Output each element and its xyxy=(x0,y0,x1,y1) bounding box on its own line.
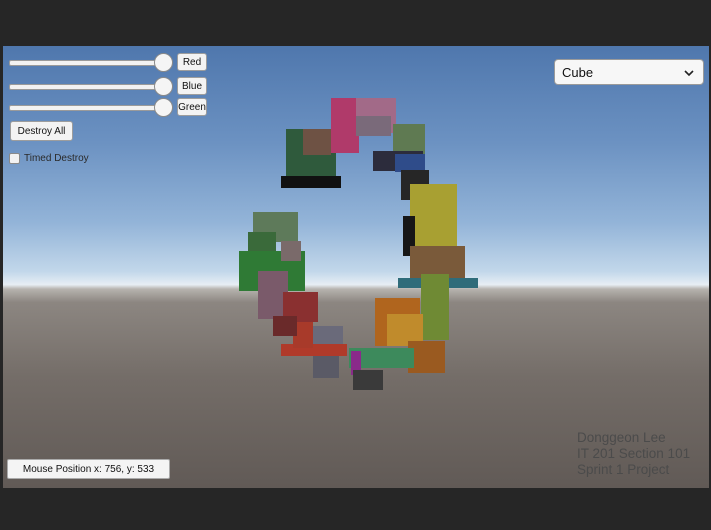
shape-dropdown[interactable]: Cube xyxy=(554,59,704,85)
shape-dropdown-value: Cube xyxy=(562,64,594,80)
cube xyxy=(421,274,449,340)
credit-project: Sprint 1 Project xyxy=(577,462,670,477)
slider-track[interactable] xyxy=(9,105,165,111)
blue-button[interactable]: Blue xyxy=(177,77,207,95)
cube xyxy=(313,356,339,378)
slider-track[interactable] xyxy=(9,84,165,90)
slider-thumb[interactable] xyxy=(154,53,173,72)
cube-shadow xyxy=(281,176,341,188)
cube xyxy=(313,326,343,346)
game-viewport[interactable]: Red Blue Green Destroy All Timed Destroy… xyxy=(3,46,709,488)
cube xyxy=(273,316,297,336)
slider-track[interactable] xyxy=(9,60,165,66)
cube xyxy=(331,98,359,153)
red-button[interactable]: Red xyxy=(177,53,207,71)
cube xyxy=(356,116,391,136)
destroy-all-button[interactable]: Destroy All xyxy=(10,121,73,141)
red-slider[interactable] xyxy=(9,53,173,72)
timed-destroy-checkbox[interactable] xyxy=(9,152,20,164)
credit-name: Donggeon Lee xyxy=(577,430,666,445)
green-button[interactable]: Green xyxy=(177,98,207,116)
blue-slider[interactable] xyxy=(9,77,173,96)
chevron-down-icon xyxy=(684,70,694,77)
timed-destroy-label: Timed Destroy xyxy=(24,152,89,164)
cube xyxy=(303,129,331,155)
cube xyxy=(395,154,425,172)
mouse-position-label: Mouse Position x: 756, y: 533 xyxy=(7,459,170,479)
timed-destroy-row[interactable]: Timed Destroy xyxy=(9,151,89,165)
credit-course: IT 201 Section 101 xyxy=(577,446,691,461)
cube xyxy=(410,184,457,254)
slider-thumb[interactable] xyxy=(154,77,173,96)
credit-text: Donggeon Lee IT 201 Section 101 Sprint 1… xyxy=(577,430,690,478)
cube xyxy=(281,344,347,356)
slider-thumb[interactable] xyxy=(154,98,173,117)
cube xyxy=(353,370,383,390)
cube xyxy=(281,241,301,261)
green-slider[interactable] xyxy=(9,98,173,117)
